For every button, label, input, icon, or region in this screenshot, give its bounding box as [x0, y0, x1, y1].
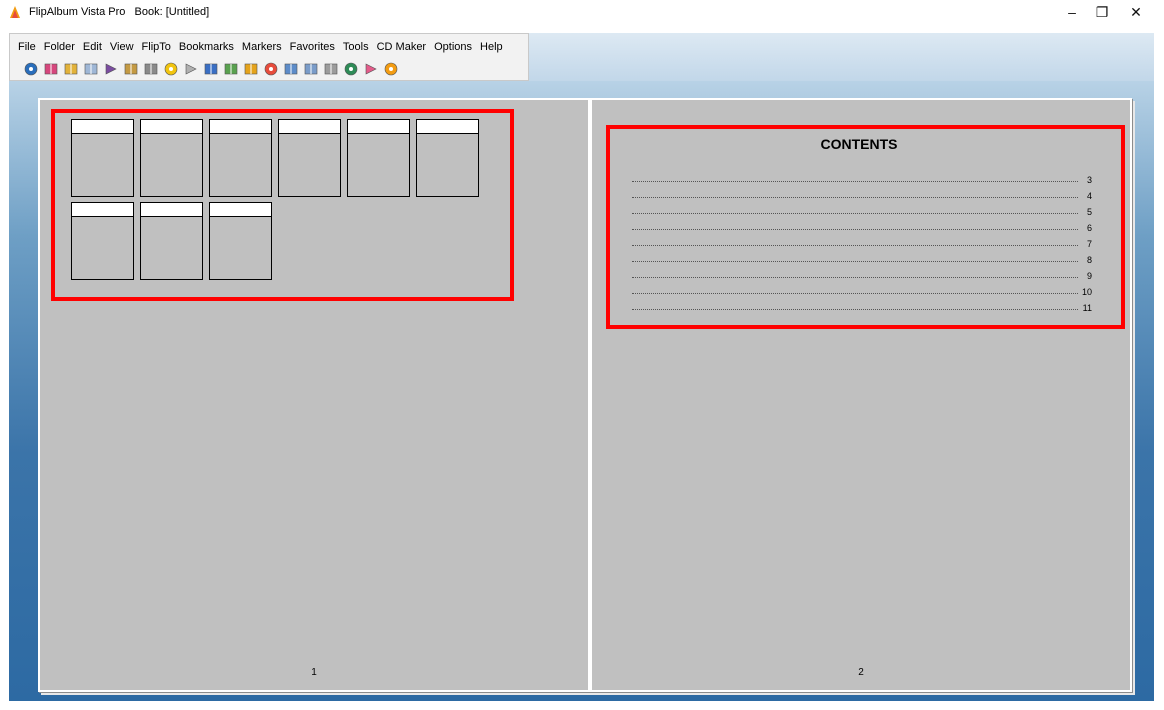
thumbnail-icon[interactable] [322, 61, 339, 78]
menu-tools[interactable]: Tools [339, 38, 373, 56]
menu-help[interactable]: Help [476, 38, 507, 56]
window-bottom-border [0, 701, 1164, 710]
red-circle-icon[interactable] [262, 61, 279, 78]
menu-favorites[interactable]: Favorites [286, 38, 339, 56]
album-icon[interactable] [242, 61, 259, 78]
pen-icon[interactable] [222, 61, 239, 78]
menu-cd-maker[interactable]: CD Maker [373, 38, 431, 56]
menu-flipto[interactable]: FlipTo [138, 38, 175, 56]
pointer-icon[interactable] [362, 61, 379, 78]
burn-cd-icon[interactable] [382, 61, 399, 78]
view-eye-icon[interactable] [22, 61, 39, 78]
menu-bar: File Folder Edit View FlipTo Bookmarks M… [14, 38, 507, 56]
menu-bookmarks[interactable]: Bookmarks [175, 38, 238, 56]
close-button[interactable]: ✕ [1113, 0, 1159, 24]
menu-edit[interactable]: Edit [79, 38, 106, 56]
menu-folder[interactable]: Folder [40, 38, 79, 56]
title-bar: FlipAlbum Vista Pro Book: [Untitled] – ❐… [0, 0, 1164, 34]
window-title: FlipAlbum Vista Pro Book: [Untitled] [29, 6, 210, 18]
remove-page-icon[interactable] [302, 61, 319, 78]
page-number-left: 1 [311, 667, 317, 678]
yellow-circle-icon[interactable] [162, 61, 179, 78]
globe-icon[interactable] [342, 61, 359, 78]
menu-options[interactable]: Options [430, 38, 476, 56]
menu-view[interactable]: View [106, 38, 138, 56]
menu-markers[interactable]: Markers [238, 38, 286, 56]
flip-back-icon[interactable] [182, 61, 199, 78]
page-number-right: 2 [858, 667, 864, 678]
rebar-empty-area [529, 33, 1154, 81]
menu-file[interactable]: File [14, 38, 40, 56]
window-right-border [1154, 33, 1164, 710]
insert-page-icon[interactable] [282, 61, 299, 78]
open-book-icon[interactable] [62, 61, 79, 78]
menu-toolbar-rebar: File Folder Edit View FlipTo Bookmarks M… [9, 33, 529, 81]
toolbar [22, 59, 399, 79]
single-page-icon[interactable] [82, 61, 99, 78]
thumbnails-highlight-box [51, 109, 514, 301]
two-pages-icon[interactable] [122, 61, 139, 78]
window-left-border [0, 33, 9, 710]
next-arrow-icon[interactable] [102, 61, 119, 78]
book-pink-icon[interactable] [42, 61, 59, 78]
printer-icon[interactable] [142, 61, 159, 78]
blue-blocks-icon[interactable] [202, 61, 219, 78]
flipalbum-app-icon [7, 4, 23, 20]
contents-highlight-box [606, 125, 1125, 329]
